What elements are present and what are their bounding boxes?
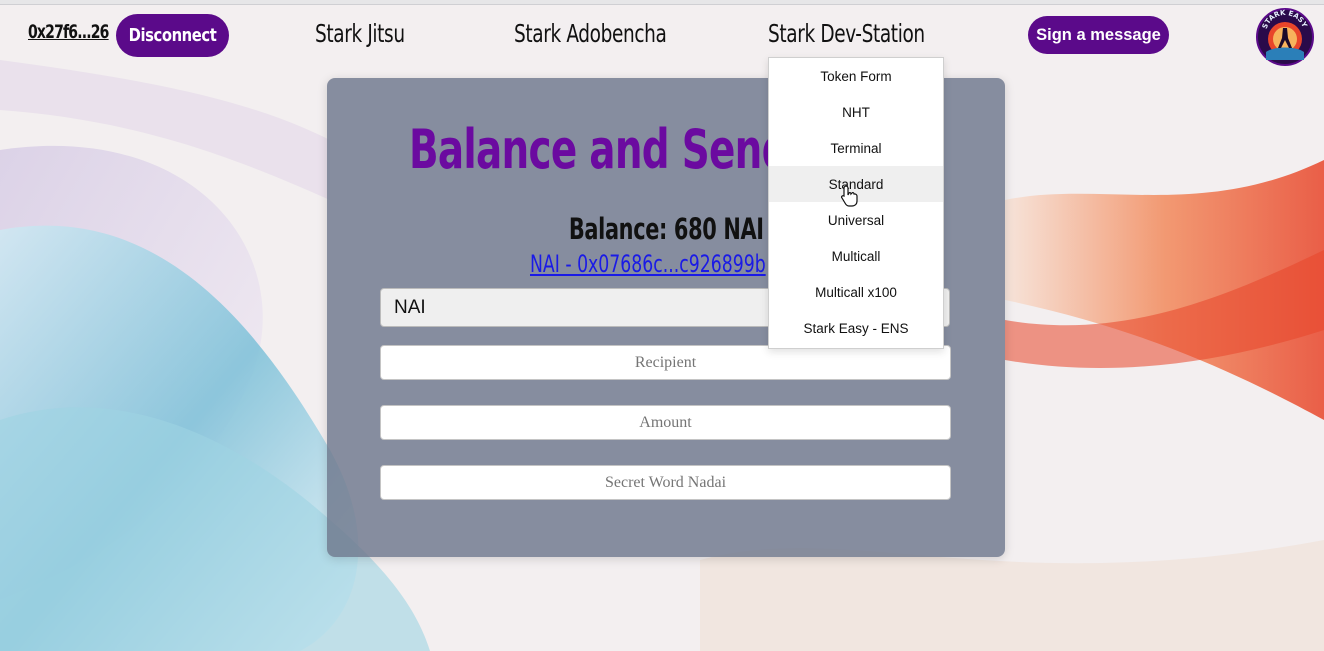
disconnect-label: Disconnect bbox=[128, 25, 217, 46]
secret-word-input[interactable]: Secret Word Nadai bbox=[380, 465, 951, 500]
nav-link-stark-adobencha[interactable]: Stark Adobencha bbox=[514, 19, 667, 48]
token-contract-link[interactable]: NAI - 0x07686c...c926899b bbox=[530, 250, 766, 278]
nav-link-stark-dev-station[interactable]: Stark Dev-Station bbox=[768, 19, 925, 48]
sign-message-button[interactable]: Sign a message bbox=[1028, 16, 1169, 54]
wallet-address-link[interactable]: 0x27f6...26 bbox=[28, 21, 109, 43]
amount-input[interactable]: Amount bbox=[380, 405, 951, 440]
nav-link-stark-jitsu[interactable]: Stark Jitsu bbox=[315, 19, 405, 48]
token-select-value: NAI bbox=[394, 296, 426, 318]
dropdown-item-token-form[interactable]: Token Form bbox=[769, 58, 943, 94]
dropdown-item-multicall[interactable]: Multicall bbox=[769, 238, 943, 274]
hand-pointer-icon bbox=[841, 185, 859, 207]
stark-easy-logo[interactable]: STARK EASY bbox=[1256, 8, 1314, 66]
dropdown-item-terminal[interactable]: Terminal bbox=[769, 130, 943, 166]
dropdown-item-stark-easy-ens[interactable]: Stark Easy - ENS bbox=[769, 310, 943, 346]
disconnect-button[interactable]: Disconnect bbox=[116, 14, 229, 57]
dropdown-item-multicall-x100[interactable]: Multicall x100 bbox=[769, 274, 943, 310]
top-nav: 0x27f6...26 Disconnect Stark Jitsu Stark… bbox=[0, 5, 1324, 66]
balance-value: Balance: 680 NAI bbox=[568, 212, 764, 246]
recipient-input[interactable]: Recipient bbox=[380, 345, 951, 380]
dropdown-item-nht[interactable]: NHT bbox=[769, 94, 943, 130]
dropdown-item-universal[interactable]: Universal bbox=[769, 202, 943, 238]
